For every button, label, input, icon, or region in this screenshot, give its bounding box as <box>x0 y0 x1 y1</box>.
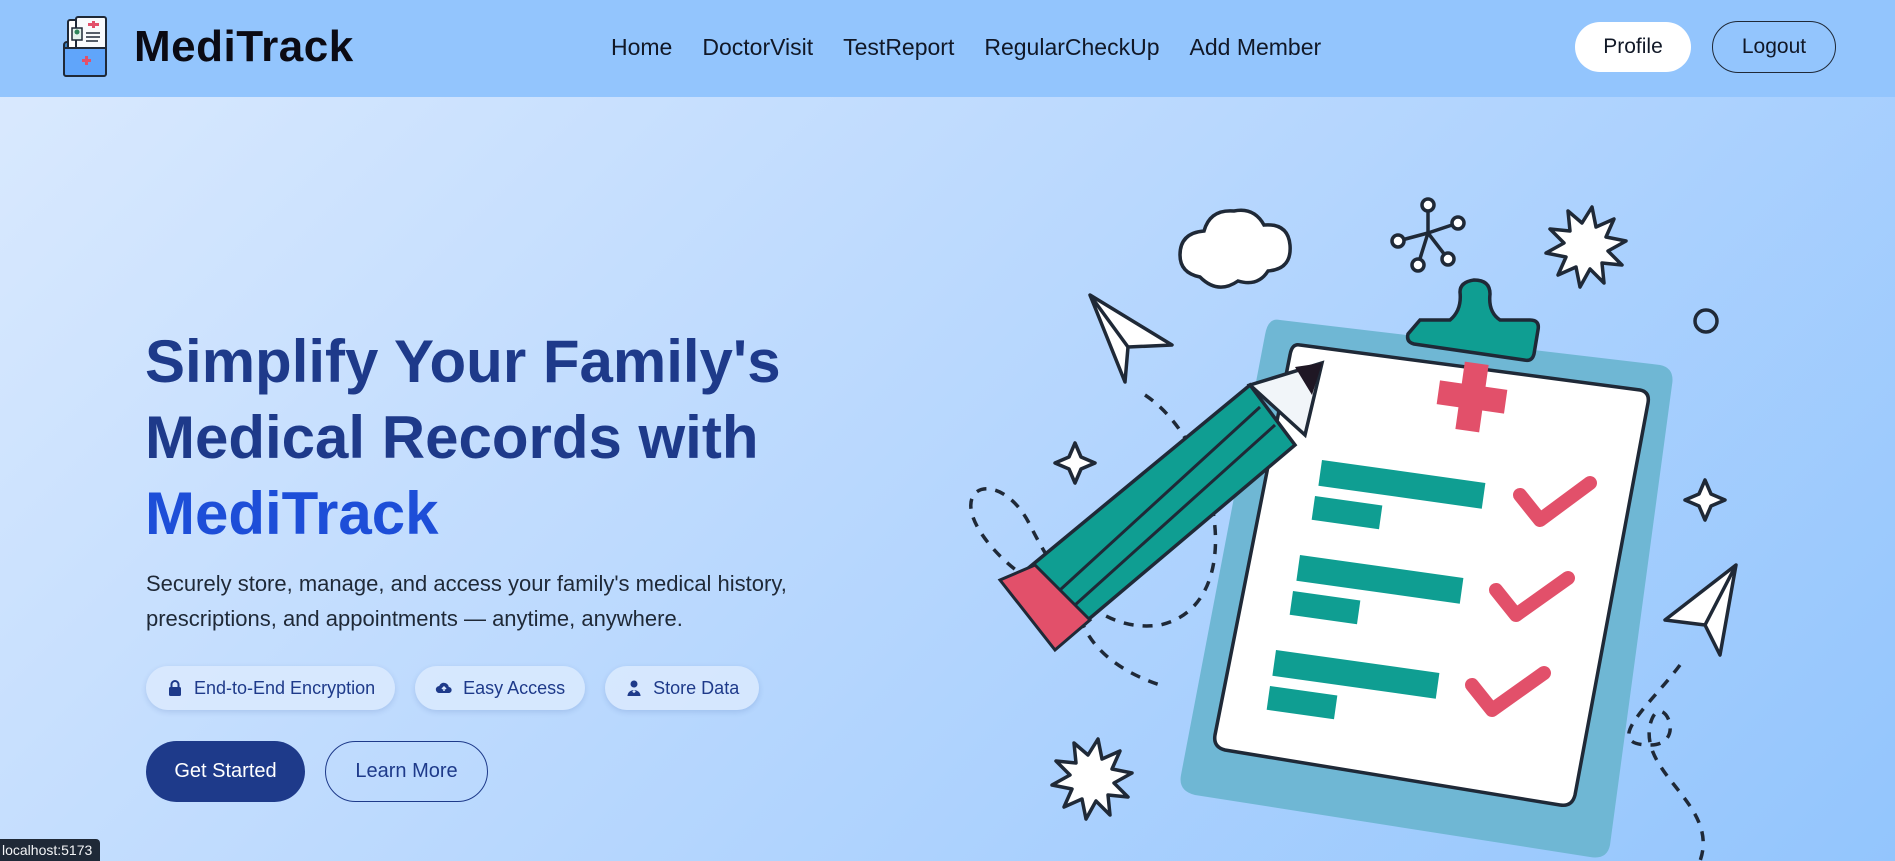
brand-name: MediTrack <box>134 22 354 71</box>
hero-title: Simplify Your Family's Medical Records w… <box>145 324 865 552</box>
nav-link-doctor-visit[interactable]: DoctorVisit <box>702 34 813 61</box>
badge-easy-access: Easy Access <box>415 666 586 710</box>
hero-title-line-1: Simplify Your Family's <box>145 328 781 395</box>
navbar: MediTrack Home DoctorVisit TestReport Re… <box>0 0 1895 97</box>
get-started-button[interactable]: Get Started <box>146 741 305 802</box>
lock-icon <box>169 680 181 696</box>
profile-button[interactable]: Profile <box>1575 22 1691 72</box>
badge-easy-access-label: Easy Access <box>463 677 566 698</box>
nav-links: Home DoctorVisit TestReport RegularCheck… <box>611 34 1351 61</box>
logout-button[interactable]: Logout <box>1712 21 1836 73</box>
clipboard-illustration <box>969 197 1738 861</box>
badge-encryption-label: End-to-End Encryption <box>194 677 376 698</box>
dashed-path-right <box>1627 663 1705 861</box>
learn-more-button[interactable]: Learn More <box>325 741 488 802</box>
nav-link-add-member[interactable]: Add Member <box>1190 34 1322 61</box>
status-bar-url: localhost:5173 <box>0 839 101 861</box>
hero-title-line-2: Medical Records with <box>145 404 759 471</box>
nav-link-home[interactable]: Home <box>611 34 672 61</box>
feature-badges: End-to-End Encryption Easy Access Store … <box>146 666 760 710</box>
hero-subtitle: Securely store, manage, and access your … <box>146 571 787 631</box>
nav-link-regular-checkup[interactable]: RegularCheckUp <box>984 34 1159 61</box>
cloud-doodle <box>1178 208 1292 289</box>
badge-store-data-label: Store Data <box>653 677 740 698</box>
cloud-upload-icon <box>435 682 452 694</box>
medical-folder-logo-icon <box>63 16 107 77</box>
badge-store-data: Store Data <box>605 666 760 710</box>
user-doctor-icon <box>627 680 641 696</box>
circle-doodle <box>1693 308 1719 334</box>
hero-title-accent: MediTrack <box>145 480 439 547</box>
brand[interactable]: MediTrack <box>60 16 354 78</box>
badge-encryption: End-to-End Encryption <box>146 666 396 710</box>
nav-link-test-report[interactable]: TestReport <box>843 34 954 61</box>
molecule-doodle <box>1390 197 1466 273</box>
